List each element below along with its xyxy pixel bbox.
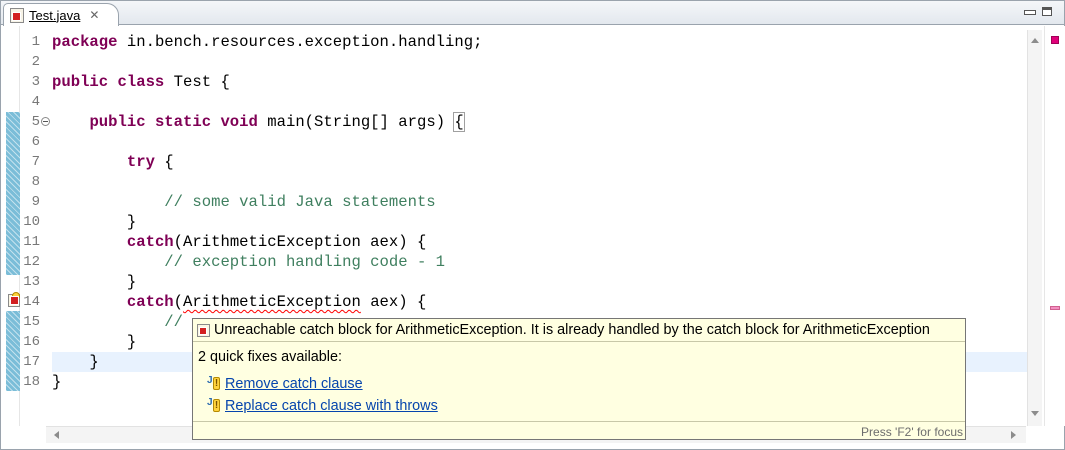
code-text: } [52,273,137,291]
fold-toggle-icon[interactable] [41,117,50,126]
change-bar [6,112,20,275]
code-text: aex) { [360,293,427,311]
close-icon[interactable]: ✕ [89,8,99,22]
code-line: // exception handling code - 1 [52,252,1042,272]
line-number: 7 [31,154,40,170]
error-summary-icon[interactable] [1051,36,1059,44]
editor-tab-bar: Test.java ✕ [1,1,1064,26]
line-number: 17 [23,354,40,370]
code-text: Test { [164,73,230,91]
line-number: 4 [31,94,40,110]
code-line: package in.bench.resources.exception.han… [52,32,1042,52]
code-line: try { [52,152,1042,172]
line-number: 14 [23,294,40,310]
scroll-up-icon[interactable] [1031,38,1039,43]
code-text: (ArithmeticException aex) { [173,233,427,251]
comment: // exception handling code - 1 [52,253,446,271]
comment: // some valid Java statements [52,193,436,211]
scroll-left-icon[interactable] [54,431,59,439]
code-text: } [52,353,99,371]
code-line: catch(ArithmeticException aex) { [52,232,1042,252]
matching-bracket: { [453,112,465,132]
line-number: 15 [23,314,40,330]
code-text: ( [173,293,184,311]
code-text: in.bench.resources.exception.handling; [117,33,483,51]
error-icon [197,323,210,337]
quick-fix-icon: J! [207,375,220,390]
line-number: 16 [23,334,40,350]
window-controls [1024,7,1052,16]
problem-hover-popup: Unreachable catch block for ArithmeticEx… [192,318,966,440]
line-number: 12 [23,254,40,270]
error-message: Unreachable catch block for ArithmeticEx… [214,322,930,338]
change-bar [6,311,20,391]
keyword: package [52,33,118,51]
code-line: // some valid Java statements [52,192,1042,212]
line-number: 8 [31,174,40,190]
code-line: catch(ArithmeticException aex) { [52,292,1042,312]
tab-test-java[interactable]: Test.java ✕ [3,3,119,26]
left-ruler [1,26,20,426]
line-number: 5 [31,114,40,130]
keyword: public class [52,73,165,91]
quick-fix-replace-throws[interactable]: J! Replace catch clause with throws [206,397,438,415]
line-number: 2 [31,54,40,70]
code-text: { [154,153,174,171]
tab-label: Test.java [29,7,81,23]
error-overview-marker[interactable] [1050,306,1060,310]
line-number-ruler: 1 2 3 4 5 6 7 8 9 10 11 12 13 14 15 16 1… [21,32,41,392]
code-line: public class Test { [52,72,1042,92]
scroll-right-icon[interactable] [1011,431,1016,439]
popup-header: Unreachable catch block for ArithmeticEx… [193,319,965,341]
line-number: 13 [23,274,40,290]
focus-hint: Press 'F2' for focus [861,425,963,439]
line-number: 11 [23,234,40,250]
keyword: catch [126,293,174,311]
line-number: 1 [31,34,40,50]
code-line: } [52,272,1042,292]
quick-fix-link[interactable]: Replace catch clause with throws [225,398,438,414]
popup-status-bar: Press 'F2' for focus [193,421,965,439]
code-text: main(String[] args) [257,113,455,131]
code-text: } [52,333,137,351]
quick-fix-icon: J! [207,397,220,412]
code-line: public static void main(String[] args) { [52,112,1042,132]
line-number: 3 [31,74,40,90]
scroll-down-icon[interactable] [1031,411,1039,416]
vertical-scrollbar[interactable] [1027,30,1042,426]
error-token[interactable]: ArithmeticException [183,293,361,311]
line-number: 6 [31,134,40,150]
line-number: 9 [31,194,40,210]
maximize-button[interactable] [1042,7,1052,16]
minimize-button[interactable] [1024,7,1036,16]
code-text: } [52,373,62,391]
code-line: } [52,212,1042,232]
overview-ruler [1044,26,1065,426]
keyword: try [126,153,155,171]
keyword: catch [126,233,174,251]
line-number: 18 [23,374,40,390]
error-marker-icon[interactable] [8,292,20,307]
java-file-error-icon [10,7,24,23]
quick-fix-link[interactable]: Remove catch clause [225,376,363,392]
quick-fix-remove-catch[interactable]: J! Remove catch clause [206,375,363,393]
keyword: public static void [89,113,258,131]
line-number: 10 [23,214,40,230]
code-text: } [52,213,137,231]
java-editor: Test.java ✕ 1 2 3 4 5 6 7 8 9 10 11 12 1… [0,0,1065,450]
comment: // [52,313,184,331]
quick-fix-list: 2 quick fixes available: J! Remove catch… [193,341,965,420]
quick-fix-count: 2 quick fixes available: [198,349,342,365]
